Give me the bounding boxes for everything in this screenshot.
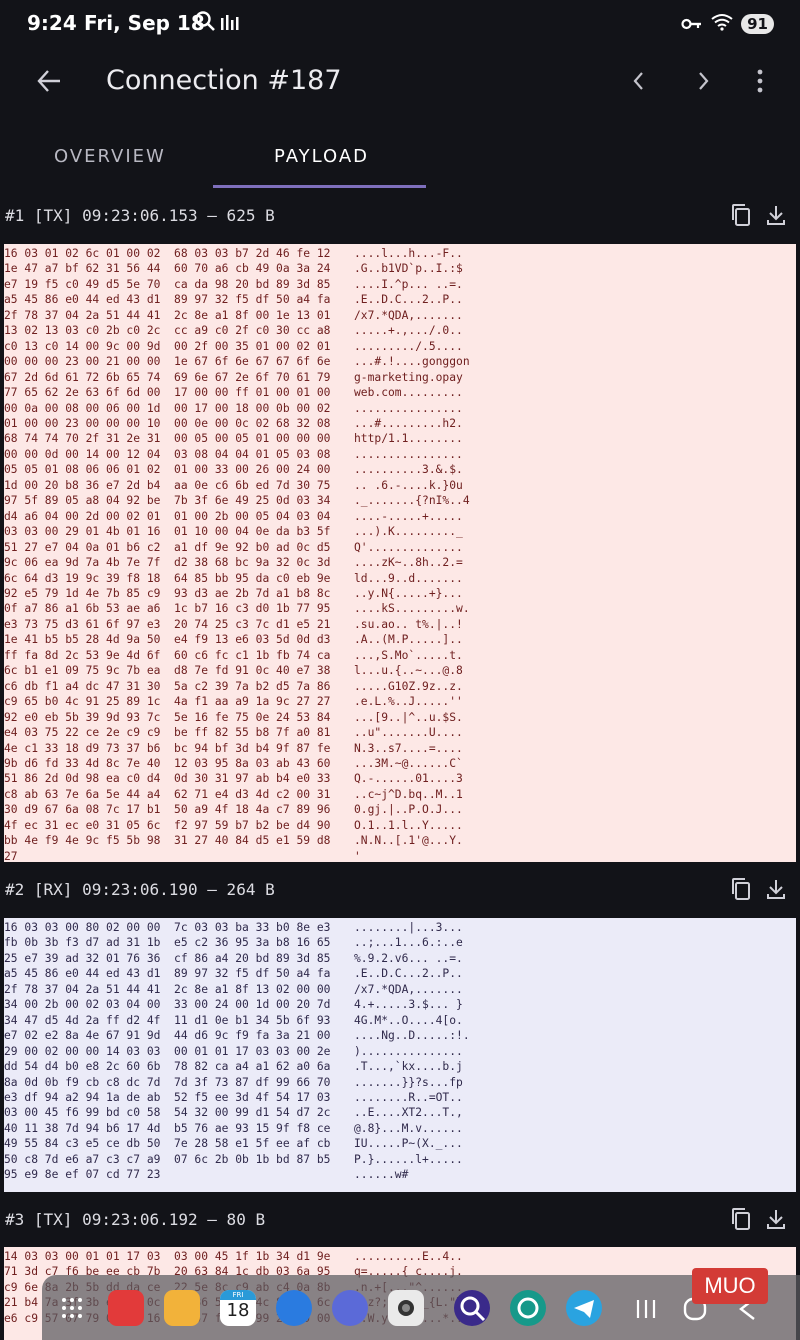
- calendar-app-icon[interactable]: FRI 18: [220, 1290, 256, 1326]
- status-bar: 9:24 Fri, Sep 18 91: [0, 0, 800, 48]
- ascii-text: ....l...h...-F.. .G..b1VD`p..I.:$ ....I.…: [354, 247, 470, 862]
- battery-indicator: 91: [741, 14, 774, 34]
- copy-icon[interactable]: [730, 203, 752, 231]
- packet-header: #1 [TX] 09:23:06.153 — 625 B: [0, 200, 800, 234]
- app-drawer-icon[interactable]: [60, 1296, 84, 1324]
- packet-label: #2 [RX] 09:23:06.190 — 264 B: [5, 880, 275, 899]
- chevron-right-icon[interactable]: [692, 70, 714, 96]
- tab-indicator: [213, 185, 426, 188]
- hex-bytes: 16 03 01 02 6c 01 00 02 68 03 03 b7 2d 4…: [4, 247, 331, 862]
- search-icon: [194, 10, 216, 37]
- messages-app-icon[interactable]: [276, 1290, 312, 1326]
- tab-overview[interactable]: OVERVIEW: [54, 146, 166, 167]
- key-icon: [681, 12, 703, 36]
- camera-app-icon[interactable]: [388, 1290, 424, 1326]
- payload-hexdump: 16 03 01 02 6c 01 00 02 68 03 03 b7 2d 4…: [4, 244, 796, 862]
- app-bar: Connection #187: [0, 50, 800, 116]
- tab-payload[interactable]: PAYLOAD: [274, 146, 369, 167]
- packet-header: #3 [TX] 09:23:06.192 — 80 B: [0, 1204, 800, 1238]
- download-icon[interactable]: [765, 1207, 787, 1235]
- calendar-day: 18: [226, 1300, 250, 1321]
- copy-icon[interactable]: [730, 877, 752, 905]
- tab-bar: OVERVIEW PAYLOAD: [0, 132, 800, 188]
- telegram-app-icon[interactable]: [566, 1290, 602, 1326]
- calendar-dow: FRI: [220, 1290, 256, 1300]
- download-icon[interactable]: [765, 203, 787, 231]
- download-icon[interactable]: [765, 877, 787, 905]
- equalizer-icon: [220, 13, 240, 37]
- wifi-icon: [711, 12, 733, 36]
- more-vert-icon[interactable]: [748, 68, 772, 98]
- packet-label: #1 [TX] 09:23:06.153 — 625 B: [5, 206, 275, 225]
- search-app-icon[interactable]: [454, 1290, 490, 1326]
- folder-app-icon[interactable]: [164, 1290, 200, 1326]
- chevron-left-icon[interactable]: [628, 70, 650, 96]
- status-date: Fri, Sep 18: [84, 11, 205, 35]
- browser-app-icon[interactable]: [332, 1290, 368, 1326]
- vpn-app-icon[interactable]: [510, 1290, 546, 1326]
- hex-bytes: 16 03 03 00 80 02 00 00 7c 03 03 ba 33 b…: [4, 921, 331, 1182]
- packet-label: #3 [TX] 09:23:06.192 — 80 B: [5, 1210, 266, 1229]
- packet-header: #2 [RX] 09:23:06.190 — 264 B: [0, 874, 800, 908]
- notes-app-icon[interactable]: [108, 1290, 144, 1326]
- payload-hexdump: 16 03 03 00 80 02 00 00 7c 03 03 ba 33 b…: [4, 918, 796, 1192]
- copy-icon[interactable]: [730, 1207, 752, 1235]
- ascii-text: ........|...3... ..;...1...6.:..e %.9.2.…: [354, 921, 470, 1182]
- page-title: Connection #187: [106, 65, 342, 96]
- recents-icon[interactable]: [634, 1298, 658, 1324]
- watermark-logo: MUO: [692, 1268, 768, 1304]
- back-arrow-icon[interactable]: [36, 68, 62, 98]
- status-time: 9:24: [27, 11, 77, 35]
